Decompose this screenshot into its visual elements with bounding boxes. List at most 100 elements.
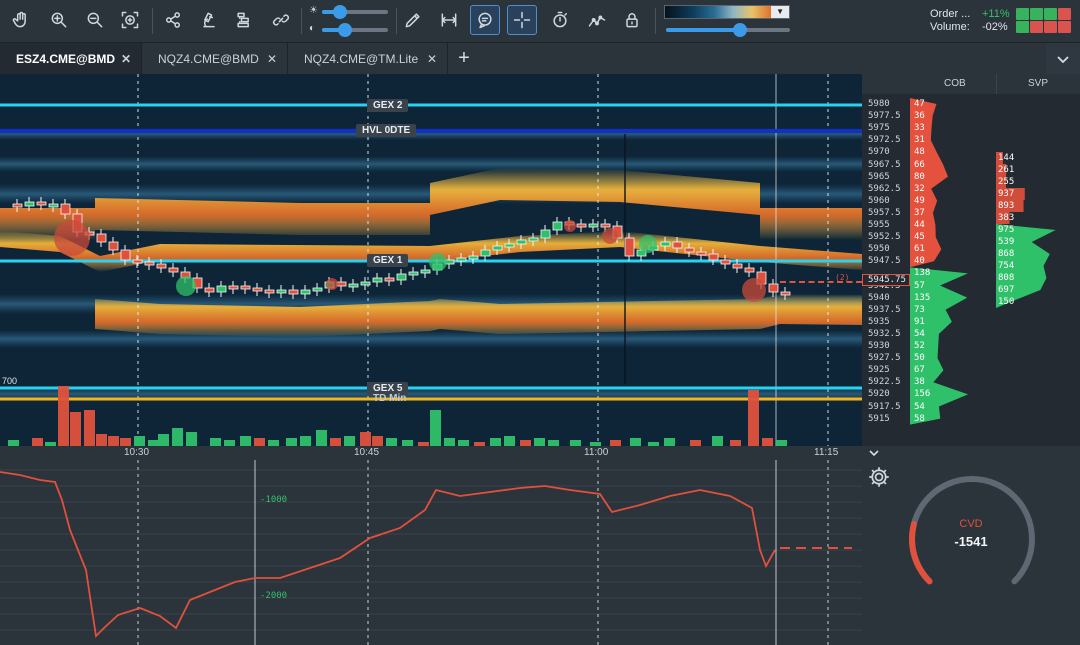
pencil-icon[interactable] — [398, 5, 428, 35]
cob-row[interactable]: 5935 91 — [862, 316, 1080, 328]
cob-row[interactable]: 5947.5 40 — [862, 255, 1080, 267]
volume-bar — [344, 436, 355, 446]
cob-row[interactable]: 5960 49 — [862, 195, 1080, 207]
tab-nqz4[interactable]: NQZ4.CME@BMD ✕ — [142, 43, 288, 74]
cob-row[interactable]: 5917.5 54 — [862, 401, 1080, 413]
share-icon[interactable] — [158, 5, 188, 35]
heatmap-range-slider[interactable] — [666, 23, 790, 37]
candle-body — [684, 247, 695, 253]
volume-bar — [386, 438, 397, 446]
brightness-slider[interactable] — [322, 5, 388, 19]
volume-bar — [158, 434, 169, 446]
cob-row[interactable]: 5977.5 36 — [862, 110, 1080, 122]
gear-icon[interactable] — [866, 464, 892, 490]
candle-body — [528, 237, 539, 242]
zoom-fit-icon[interactable] — [115, 5, 145, 35]
cob-row[interactable]: 5957.5 37 — [862, 207, 1080, 219]
crosshair-icon[interactable] — [507, 5, 537, 35]
cob-row[interactable]: 5920 156 — [862, 388, 1080, 400]
cob-row[interactable]: 5932.5 54 — [862, 328, 1080, 340]
tab-bar: ESZ4.CME@BMD ✕ NQZ4.CME@BMD ✕ NQZ4.CME@T… — [0, 42, 1080, 74]
add-tab-button[interactable]: + — [452, 47, 476, 69]
candle-body — [624, 237, 635, 257]
cvd-line-panel[interactable]: -1000 -2000 — [0, 460, 862, 645]
candle-body — [456, 257, 467, 262]
indicator-icon[interactable] — [582, 5, 612, 35]
volume-scale-label: 700 — [2, 376, 18, 386]
measure-icon[interactable] — [434, 5, 464, 35]
brightness-slider-knob[interactable] — [333, 5, 348, 19]
link-icon[interactable] — [266, 5, 296, 35]
volume-bar — [372, 436, 383, 446]
gex1-label: GEX 1 — [367, 254, 409, 267]
chat-icon[interactable] — [470, 5, 500, 35]
candle-body — [12, 203, 23, 208]
cob-row[interactable]: 5950 61 — [862, 243, 1080, 255]
cob-row[interactable]: 5972.5 31 — [862, 134, 1080, 146]
zoom-in-icon[interactable] — [44, 5, 74, 35]
heatmap-chart[interactable]: GEX 2 HVL 0DTE GEX 1 GEX 5 TD Min 700 — [0, 74, 862, 460]
order-book-panel[interactable]: 5980 47 5977.5 36 5975 33 5972.5 31 5970 48 5967.5… — [862, 94, 1080, 446]
cob-row[interactable]: 5930 52 — [862, 340, 1080, 352]
volume-value: -02% — [982, 21, 1008, 33]
cob-row[interactable]: 5927.5 50 — [862, 352, 1080, 364]
cob-row[interactable]: 5952.5 45 — [862, 231, 1080, 243]
candle-body — [252, 287, 263, 292]
timer-icon[interactable] — [545, 5, 575, 35]
volume-bar — [96, 434, 107, 446]
cob-row[interactable]: 5965 80 — [862, 171, 1080, 183]
candle-body — [480, 249, 491, 257]
close-icon[interactable]: ✕ — [121, 52, 131, 66]
zoom-out-icon[interactable] — [80, 5, 110, 35]
cob-size: 80 — [914, 171, 925, 182]
volume-bar — [330, 438, 341, 446]
cob-row[interactable]: 5922.5 38 — [862, 376, 1080, 388]
cob-header[interactable]: COB — [944, 78, 966, 89]
cob-row[interactable]: 5940 135 — [862, 292, 1080, 304]
hand-icon[interactable] — [6, 5, 36, 35]
cob-row[interactable]: 5980 47 — [862, 98, 1080, 110]
cob-row[interactable]: 5925 67 — [862, 364, 1080, 376]
microscope-icon[interactable] — [194, 5, 224, 35]
layers-icon[interactable] — [229, 5, 259, 35]
volume-bar — [186, 432, 197, 446]
context-heat-cell — [1016, 8, 1029, 20]
candle-body — [420, 269, 431, 274]
heatmap-palette-dropdown[interactable]: ▼ — [664, 5, 790, 19]
time-label: 10:45 — [354, 447, 380, 458]
contrast-slider-knob[interactable] — [338, 23, 353, 37]
contrast-slider[interactable] — [322, 23, 388, 37]
svp-value: 261 — [998, 165, 1015, 175]
context-heat-cell — [1058, 21, 1071, 33]
tab-label: NQZ4.CME@BMD — [158, 51, 259, 66]
lock-icon[interactable] — [617, 5, 647, 35]
tabs-menu-button[interactable] — [1046, 43, 1080, 74]
close-icon[interactable]: ✕ — [267, 52, 277, 66]
cob-row[interactable]: 5975 33 — [862, 122, 1080, 134]
market-context: Order ... +11% Volume: -02% — [930, 8, 1010, 34]
tab-nqz4-lite[interactable]: NQZ4.CME@TM.Lite ✕ — [288, 43, 448, 74]
trade-bubble — [564, 220, 576, 232]
order-label: Order ... — [930, 8, 971, 20]
cob-price: 5935 — [868, 316, 890, 327]
heatmap-range-slider-knob[interactable] — [733, 23, 748, 37]
cvd-line-canvas — [0, 460, 862, 645]
cob-row[interactable]: 5970 48 — [862, 146, 1080, 158]
cob-row[interactable]: 5937.5 73 — [862, 304, 1080, 316]
cvd-value: -1541 — [954, 534, 988, 549]
svp-header[interactable]: SVP — [1028, 78, 1048, 89]
td-min-label: TD Min — [373, 393, 407, 404]
candle-body — [384, 277, 395, 282]
candle-body — [744, 267, 755, 273]
close-icon[interactable]: ✕ — [427, 52, 437, 66]
cob-size: 38 — [914, 377, 925, 388]
cob-row[interactable]: 5967.5 66 — [862, 159, 1080, 171]
cob-row[interactable]: 5955 44 — [862, 219, 1080, 231]
cob-row[interactable]: 5962.5 32 — [862, 183, 1080, 195]
tab-esz4[interactable]: ESZ4.CME@BMD ✕ — [0, 43, 142, 74]
cob-size: 73 — [914, 304, 925, 315]
cvd-scale-label: -1000 — [260, 495, 288, 505]
chevron-down-icon[interactable] — [868, 448, 880, 458]
candle-body — [576, 223, 587, 228]
cob-row[interactable]: 5915 58 — [862, 413, 1080, 425]
